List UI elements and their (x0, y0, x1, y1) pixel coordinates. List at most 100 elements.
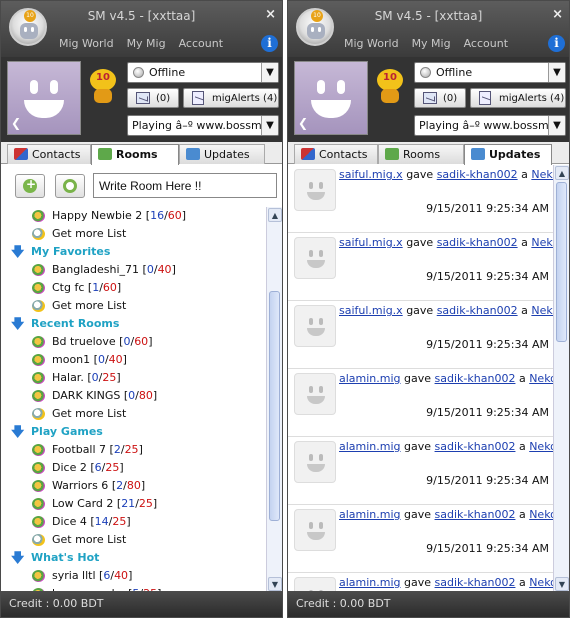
nav-mig-world[interactable]: Mig World (344, 37, 399, 50)
rooms-window: 10 SM v4.5 - [xxttaa] × Mig World My Mig… (0, 0, 283, 618)
update-user-link[interactable]: alamin.mig (339, 372, 401, 385)
update-target-link[interactable]: sadik-khan002 (437, 304, 518, 317)
section-header[interactable]: 🡇 Play Games (1, 423, 266, 441)
scroll-up-icon[interactable]: ▲ (268, 208, 282, 222)
tab-contacts[interactable]: Contacts (294, 144, 378, 164)
update-user-link[interactable]: alamin.mig (339, 508, 401, 521)
mail-button[interactable]: (0) (414, 88, 466, 108)
mig-alerts-label: migAlerts (4) (212, 93, 278, 104)
nav-account[interactable]: Account (179, 37, 223, 50)
update-target-link[interactable]: sadik-khan002 (435, 372, 516, 385)
add-room-button[interactable] (15, 174, 45, 198)
refresh-button[interactable] (55, 174, 85, 198)
status-message-select[interactable]: Playing â–º www.bossmobi.com - B ▼ (414, 115, 566, 136)
room-item[interactable]: Dice 2 [6/25] (1, 459, 266, 477)
section-header[interactable]: 🡇 What's Hot (1, 549, 266, 567)
update-target-link[interactable]: sadik-khan002 (437, 236, 518, 249)
update-gift-link[interactable]: Neko (529, 508, 555, 521)
scroll-down-icon[interactable]: ▼ (268, 577, 282, 591)
nav-account[interactable]: Account (464, 37, 508, 50)
room-capacity: 40 (108, 353, 123, 366)
room-search-input[interactable] (93, 173, 277, 198)
update-gift-link[interactable]: Neko (529, 372, 555, 385)
update-target-link[interactable]: sadik-khan002 (435, 440, 516, 453)
get-more-list-link[interactable]: Get more List (1, 225, 266, 243)
update-gift-link[interactable]: Neko (529, 576, 555, 589)
scroll-thumb[interactable] (269, 291, 280, 521)
status-select[interactable]: Offline ▼ (414, 62, 566, 83)
update-gift-link[interactable]: Neko (531, 304, 555, 317)
scroll-up-icon[interactable]: ▲ (555, 166, 569, 180)
room-item[interactable]: Dice 4 [14/25] (1, 513, 266, 531)
user-avatar-icon[interactable] (294, 509, 336, 551)
section-header[interactable]: 🡇 Recent Rooms (1, 315, 266, 333)
update-gift-link[interactable]: Neko (531, 236, 555, 249)
room-item[interactable]: moon1 [0/40] (1, 351, 266, 369)
tab-updates[interactable]: Updates (179, 144, 265, 164)
update-verb: gave (404, 440, 432, 453)
status-select[interactable]: Offline ▼ (127, 62, 279, 83)
update-gift-link[interactable]: Neko (531, 168, 555, 181)
section-header[interactable]: 🡇 My Favorites (1, 243, 266, 261)
user-avatar-icon[interactable] (294, 577, 336, 592)
update-timestamp: 9/15/2011 9:25:34 AM (426, 202, 549, 215)
close-icon[interactable]: × (552, 7, 563, 22)
get-more-list-link[interactable]: Get more List (1, 531, 266, 549)
update-target-link[interactable]: sadik-khan002 (435, 576, 516, 589)
get-more-list-link[interactable]: Get more List (1, 297, 266, 315)
refresh-icon (63, 179, 77, 193)
avatar-arrow-icon[interactable]: ❮ (11, 116, 21, 130)
update-user-link[interactable]: saiful.mig.x (339, 304, 403, 317)
avatar[interactable]: ❮ (294, 61, 368, 135)
update-user-link[interactable]: alamin.mig (339, 440, 401, 453)
chevron-down-icon[interactable]: ▼ (261, 116, 278, 135)
close-icon[interactable]: × (265, 7, 276, 22)
room-item[interactable]: DARK KINGS [0/80] (1, 387, 266, 405)
info-icon[interactable]: i (548, 35, 565, 52)
nav-my-mig[interactable]: My Mig (127, 37, 166, 50)
updates-scrollbar[interactable]: ▲ ▼ (553, 165, 569, 592)
room-item[interactable]: Ctg fc [1/60] (1, 279, 266, 297)
tab-contacts[interactable]: Contacts (7, 144, 91, 164)
tab-rooms[interactable]: Rooms (91, 144, 179, 165)
room-item[interactable]: Happy Newbie 2 [16/60] (1, 207, 266, 225)
tab-updates[interactable]: Updates (464, 144, 552, 165)
update-gift-link[interactable]: Neko (529, 440, 555, 453)
tab-rooms[interactable]: Rooms (378, 144, 464, 164)
mig-alerts-button[interactable]: migAlerts (4) (183, 88, 279, 108)
update-user-link[interactable]: saiful.mig.x (339, 168, 403, 181)
status-message-select[interactable]: Playing â–º www.bossmobi.com - B ▼ (127, 115, 279, 136)
update-target-link[interactable]: sadik-khan002 (437, 168, 518, 181)
avatar-arrow-icon[interactable]: ❮ (298, 116, 308, 130)
chevron-down-icon[interactable]: ▼ (548, 63, 565, 82)
room-item[interactable]: Bd truelove [0/60] (1, 333, 266, 351)
room-item[interactable]: Football 7 [2/25] (1, 441, 266, 459)
nav-my-mig[interactable]: My Mig (412, 37, 451, 50)
more-list-label: Get more List (52, 227, 127, 240)
user-avatar-icon[interactable] (294, 305, 336, 347)
user-avatar-icon[interactable] (294, 237, 336, 279)
room-item[interactable]: syria lltl [6/40] (1, 567, 266, 585)
user-avatar-icon[interactable] (294, 441, 336, 483)
info-icon[interactable]: i (261, 35, 278, 52)
mig-alerts-button[interactable]: migAlerts (4) (470, 88, 566, 108)
update-article: a (521, 236, 528, 249)
room-item[interactable]: Halar. [0/25] (1, 369, 266, 387)
get-more-list-link[interactable]: Get more List (1, 405, 266, 423)
chevron-down-icon[interactable]: ▼ (548, 116, 565, 135)
room-item[interactable]: Warriors 6 [2/80] (1, 477, 266, 495)
update-user-link[interactable]: saiful.mig.x (339, 236, 403, 249)
user-avatar-icon[interactable] (294, 169, 336, 211)
scroll-thumb[interactable] (556, 182, 567, 342)
nav-mig-world[interactable]: Mig World (59, 37, 114, 50)
mail-button[interactable]: (0) (127, 88, 179, 108)
chevron-down-icon[interactable]: ▼ (261, 63, 278, 82)
update-user-link[interactable]: alamin.mig (339, 576, 401, 589)
rooms-scrollbar[interactable]: ▲ ▼ (266, 207, 282, 592)
user-avatar-icon[interactable] (294, 373, 336, 415)
room-item[interactable]: Bangladeshi_71 [0/40] (1, 261, 266, 279)
room-item[interactable]: Low Card 2 [21/25] (1, 495, 266, 513)
update-target-link[interactable]: sadik-khan002 (435, 508, 516, 521)
avatar[interactable]: ❮ (7, 61, 81, 135)
scroll-down-icon[interactable]: ▼ (555, 577, 569, 591)
